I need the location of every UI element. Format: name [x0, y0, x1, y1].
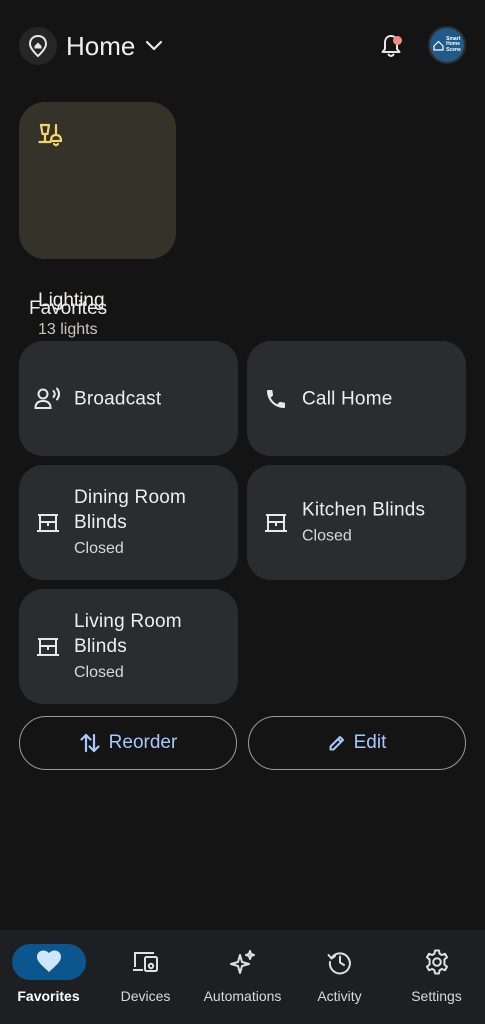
reorder-button[interactable]: Reorder [19, 716, 237, 770]
reorder-label: Reorder [108, 732, 178, 753]
lighting-tile[interactable]: Lighting 13 lights [19, 102, 176, 338]
nav-label: Automations [203, 988, 282, 1004]
favorite-name: Living Room Blinds [74, 610, 182, 657]
nav-label: Devices [120, 988, 171, 1004]
home-location-icon[interactable] [19, 27, 57, 65]
nav-label: Activity [317, 988, 362, 1004]
home-title-text: Home [66, 30, 136, 61]
nav-devices[interactable]: Devices [97, 930, 194, 1024]
nav-label: Favorites [17, 988, 80, 1004]
nav-automations[interactable]: Automations [194, 930, 291, 1024]
nav-activity[interactable]: Activity [291, 930, 388, 1024]
favorite-call-home[interactable]: Call Home [247, 341, 466, 456]
lamp-icon [38, 122, 66, 153]
history-icon [327, 952, 351, 975]
gear-icon [425, 949, 448, 975]
phone-icon [262, 385, 290, 413]
favorites-heading: Favorites [29, 298, 108, 319]
edit-label: Edit [353, 732, 387, 753]
nav-favorites[interactable]: Favorites [0, 930, 97, 1024]
favorite-name: Kitchen Blinds [302, 499, 426, 520]
home-selector[interactable]: Home [66, 27, 163, 65]
app-header: Home Smart Home Scene [0, 0, 485, 90]
favorite-name: Dining Room Blinds [74, 486, 187, 533]
swap-vertical-icon [80, 733, 100, 753]
broadcast-icon [34, 385, 62, 413]
nav-active-indicator [11, 944, 86, 980]
edit-button[interactable]: Edit [248, 716, 466, 770]
nav-settings[interactable]: Settings [388, 930, 485, 1024]
house-logo-icon [433, 40, 444, 51]
pencil-icon [329, 736, 344, 751]
lighting-count: 13 lights [38, 321, 98, 338]
blinds-icon [262, 509, 290, 537]
heart-icon [36, 950, 61, 972]
favorite-state: Closed [302, 527, 352, 544]
favorite-living-room-blinds[interactable]: Living Room Blinds Closed [19, 589, 238, 704]
favorite-state: Closed [74, 539, 124, 557]
favorite-kitchen-blinds[interactable]: Kitchen Blinds Closed [247, 465, 466, 580]
blinds-icon [34, 509, 62, 537]
avatar[interactable]: Smart Home Scene [428, 26, 466, 64]
notification-dot [393, 36, 402, 45]
chevron-down-icon [146, 40, 163, 51]
devices-icon [132, 952, 158, 972]
favorite-state: Closed [74, 663, 124, 681]
sparkle-icon [229, 950, 255, 974]
nav-label: Settings [411, 988, 462, 1004]
blinds-icon [34, 633, 62, 661]
avatar-text: Smart Home Scene [446, 35, 461, 53]
favorite-dining-room-blinds[interactable]: Dining Room Blinds Closed [19, 465, 238, 580]
favorite-name: Call Home [302, 388, 393, 409]
favorite-name: Broadcast [74, 388, 162, 409]
favorite-broadcast[interactable]: Broadcast [19, 341, 238, 456]
bottom-navigation: Favorites Devices Automations Activity S… [0, 930, 485, 1024]
notifications-button[interactable] [375, 30, 407, 62]
